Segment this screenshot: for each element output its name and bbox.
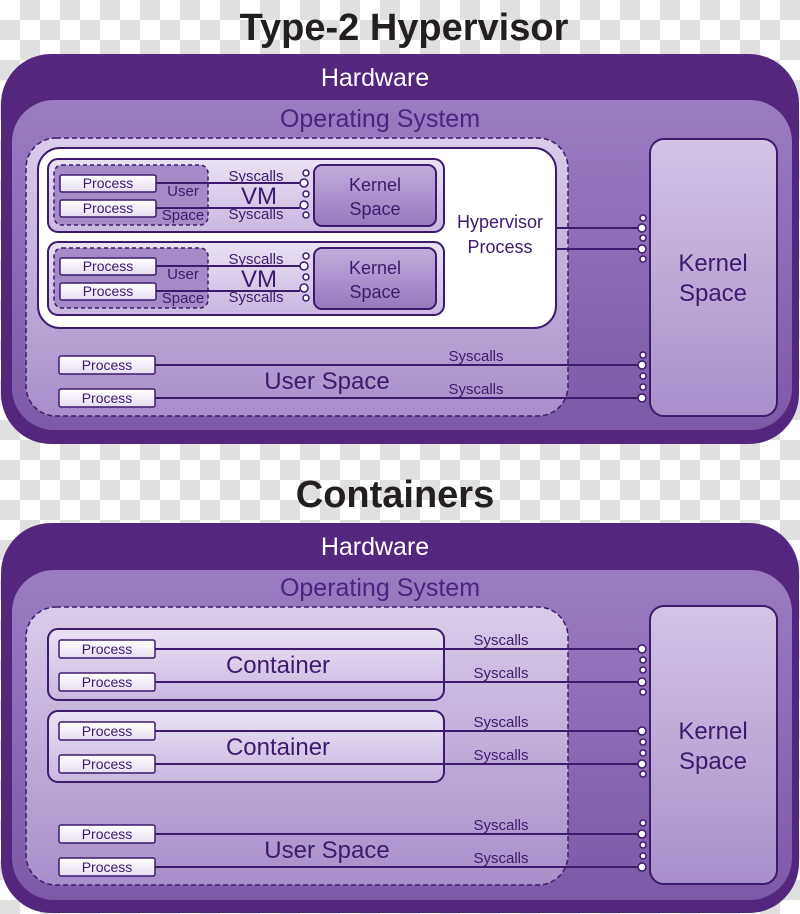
process-label: Process [83, 200, 134, 216]
kernel-space-box [649, 605, 778, 885]
os-label: Operating System [280, 105, 480, 133]
os-label: Operating System [280, 574, 480, 602]
process-label: Process [82, 641, 133, 657]
vm-kernel-line2: Space [349, 282, 400, 302]
container-label: Container [226, 652, 330, 679]
process-label: Process [82, 723, 133, 739]
syscalls-label: Syscalls [473, 747, 528, 764]
process-label: Process [82, 390, 133, 406]
hardware-label: Hardware [321, 64, 429, 92]
vm-label: VM [241, 183, 277, 210]
user-space-label: User Space [264, 368, 389, 395]
process-label: Process [82, 756, 133, 772]
container-label: Container [226, 734, 330, 761]
containers-title: Containers [296, 474, 494, 516]
kernel-space-box [649, 138, 778, 417]
hypervisor-label-line1: Hypervisor [457, 212, 543, 232]
process-label: Process [82, 674, 133, 690]
diagram-canvas: Type-2 Hypervisor Hardware Operating Sys… [1, 7, 799, 913]
syscalls-label: Syscalls [473, 817, 528, 834]
vm-kernel-line1: Kernel [349, 258, 401, 278]
vm-user-line1: User [167, 266, 199, 283]
process-label: Process [82, 357, 133, 373]
hypervisor-diagram: Type-2 Hypervisor Hardware Operating Sys… [1, 7, 799, 444]
syscalls-label: Syscalls [473, 632, 528, 649]
process-label: Process [83, 175, 134, 191]
process-label: Process [83, 283, 134, 299]
syscalls-label: Syscalls [473, 714, 528, 731]
vm-user-line1: User [167, 183, 199, 200]
kernel-label-line1: Kernel [678, 718, 747, 745]
syscalls-label: Syscalls [448, 348, 503, 365]
vm-user-line2: Space [162, 207, 205, 224]
hardware-label: Hardware [321, 533, 429, 561]
process-label: Process [82, 826, 133, 842]
vm-user-line2: Space [162, 290, 205, 307]
process-label: Process [83, 258, 134, 274]
kernel-label-line2: Space [679, 280, 747, 307]
syscalls-label: Syscalls [473, 665, 528, 682]
kernel-label-line1: Kernel [678, 250, 747, 277]
vm-1[interactable]: User Space Process Process Syscalls Sysc… [47, 158, 445, 233]
user-space-label: User Space [264, 837, 389, 864]
process-label: Process [82, 859, 133, 875]
vm-kernel-line2: Space [349, 199, 400, 219]
syscalls-label: Syscalls [473, 850, 528, 867]
hypervisor-label-line2: Process [467, 237, 532, 257]
vm-kernel-line1: Kernel [349, 175, 401, 195]
kernel-label-line2: Space [679, 748, 747, 775]
syscalls-label: Syscalls [448, 381, 503, 398]
containers-diagram: Containers Hardware Operating System Use… [1, 474, 799, 913]
hypervisor-title: Type-2 Hypervisor [240, 7, 569, 49]
vm-2[interactable]: User Space Process Process Syscalls Sysc… [47, 241, 445, 316]
vm-label: VM [241, 266, 277, 293]
